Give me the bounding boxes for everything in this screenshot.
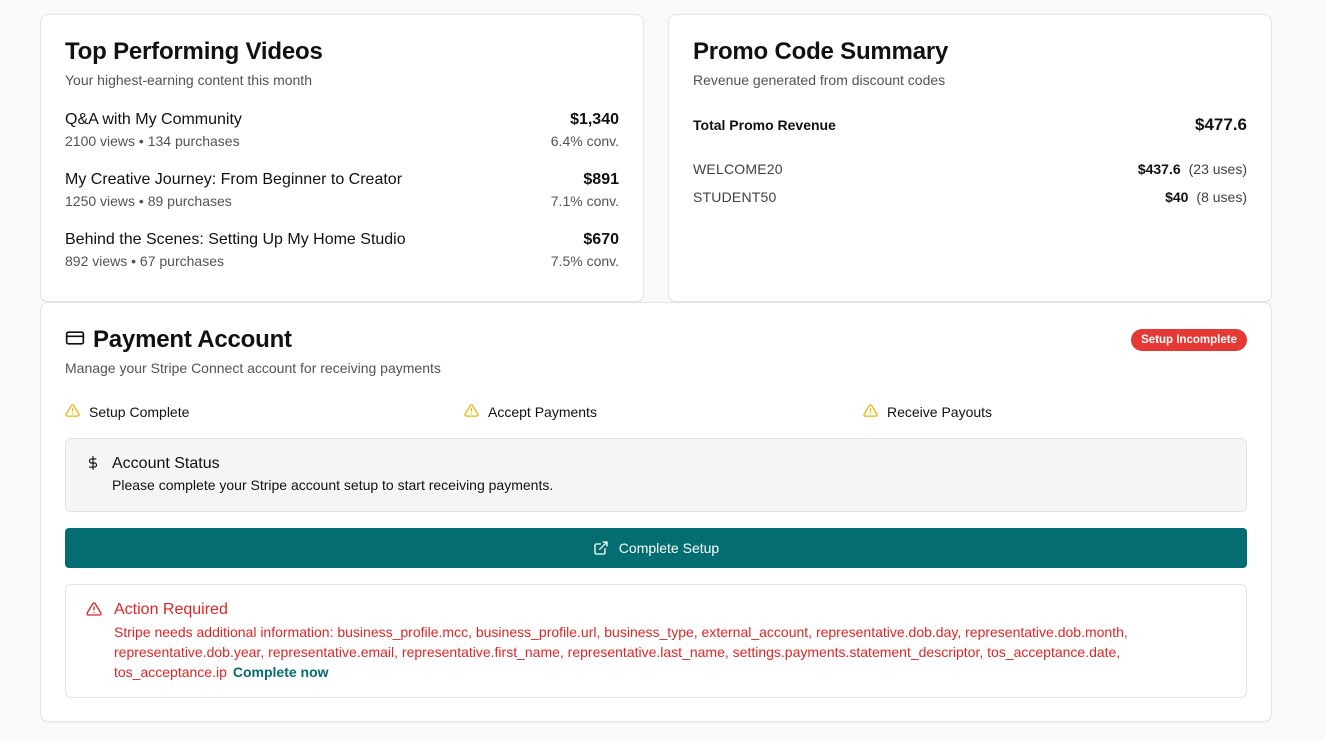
dollar-sign-icon <box>86 455 100 496</box>
complete-setup-label: Complete Setup <box>618 540 720 556</box>
account-status-title: Account Status <box>112 455 220 472</box>
video-revenue: $1,340 <box>570 111 619 128</box>
status-setup-complete: Setup Complete <box>65 403 464 421</box>
status-receive-payouts: Receive Payouts <box>863 403 992 421</box>
promo-amount: $437.6 <box>1137 161 1181 177</box>
payment-subtitle: Manage your Stripe Connect account for r… <box>65 360 441 376</box>
payment-account-card: Payment Account Setup Incomplete Manage … <box>40 302 1272 722</box>
action-required-box: Action Required Stripe needs additional … <box>65 584 1247 698</box>
promo-code-row: WELCOME20 $437.6 (23 uses) <box>693 155 1247 183</box>
promo-total-value: $477.6 <box>1195 115 1247 134</box>
credit-card-icon <box>65 328 85 353</box>
video-row[interactable]: Behind the Scenes: Setting Up My Home St… <box>65 229 619 289</box>
video-title: Behind the Scenes: Setting Up My Home St… <box>65 231 406 248</box>
promo-amount: $40 <box>1165 189 1189 205</box>
promo-uses: (23 uses) <box>1188 161 1247 177</box>
promo-uses: (8 uses) <box>1196 189 1247 205</box>
action-required-text: Stripe needs additional information: bus… <box>114 622 1226 682</box>
complete-setup-button[interactable]: Complete Setup <box>65 528 1247 568</box>
video-conversion: 7.5% conv. <box>550 253 619 269</box>
promo-total-row: Total Promo Revenue $477.6 <box>693 115 1247 135</box>
warning-triangle-icon <box>65 403 80 421</box>
video-row[interactable]: My Creative Journey: From Beginner to Cr… <box>65 169 619 229</box>
payment-title: Payment Account <box>93 326 292 353</box>
top-videos-card: Top Performing Videos Your highest-earni… <box>40 14 644 302</box>
video-meta: 892 views • 67 purchases <box>65 253 224 269</box>
promo-code: STUDENT50 <box>693 189 777 205</box>
promo-code-list: WELCOME20 $437.6 (23 uses) STUDENT50 $40 (… <box>693 155 1247 211</box>
video-meta: 1250 views • 89 purchases <box>65 193 232 209</box>
video-list: Q&A with My Community 2100 views • 134 p… <box>65 109 619 289</box>
external-link-icon <box>593 540 609 556</box>
status-checklist: Setup Complete Accept Payments Receive P… <box>65 403 1247 421</box>
video-conversion: 7.1% conv. <box>550 193 619 209</box>
promo-code: WELCOME20 <box>693 161 783 177</box>
status-accept-payments: Accept Payments <box>464 403 863 421</box>
promo-total-label: Total Promo Revenue <box>693 117 836 133</box>
alert-triangle-icon <box>86 601 102 682</box>
status-label: Accept Payments <box>488 404 597 420</box>
promo-title: Promo Code Summary <box>693 38 949 65</box>
video-title: My Creative Journey: From Beginner to Cr… <box>65 171 403 188</box>
top-videos-title: Top Performing Videos <box>65 38 323 65</box>
action-required-title: Action Required <box>114 601 228 618</box>
video-conversion: 6.4% conv. <box>550 133 619 149</box>
video-row[interactable]: Q&A with My Community 2100 views • 134 p… <box>65 109 619 169</box>
promo-subtitle: Revenue generated from discount codes <box>693 72 946 88</box>
promo-code-row: STUDENT50 $40 (8 uses) <box>693 183 1247 211</box>
video-title: Q&A with My Community <box>65 111 242 128</box>
complete-now-link[interactable]: Complete now <box>233 664 329 680</box>
video-revenue: $891 <box>583 171 619 188</box>
status-label: Receive Payouts <box>887 404 993 420</box>
status-badge: Setup Incomplete <box>1131 329 1247 351</box>
warning-triangle-icon <box>863 403 878 421</box>
video-revenue: $670 <box>583 231 619 248</box>
video-meta: 2100 views • 134 purchases <box>65 133 240 149</box>
payment-header: Payment Account Setup Incomplete <box>65 325 1247 355</box>
top-videos-subtitle: Your highest-earning content this month <box>65 72 312 88</box>
warning-triangle-icon <box>464 403 479 421</box>
promo-summary-card: Promo Code Summary Revenue generated fro… <box>668 14 1272 302</box>
account-status-box: Account Status Please complete your Stri… <box>65 438 1247 512</box>
status-label: Setup Complete <box>89 404 190 420</box>
account-status-text: Please complete your Stripe account setu… <box>112 477 554 493</box>
